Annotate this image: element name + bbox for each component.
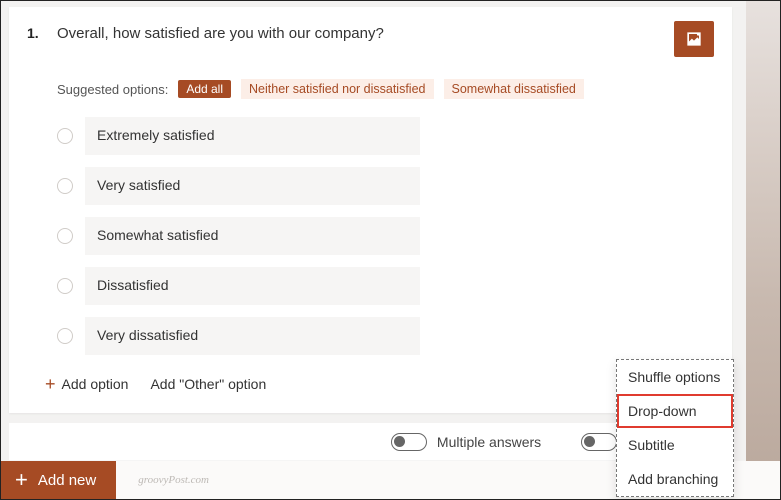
add-option-label: Add option — [62, 376, 129, 392]
app-canvas: 1. Overall, how satisfied are you with o… — [1, 1, 780, 499]
question-text[interactable]: Overall, how satisfied are you with our … — [57, 21, 660, 42]
plus-icon: + — [15, 469, 28, 491]
question-header: 1. Overall, how satisfied are you with o… — [27, 21, 714, 57]
add-new-button[interactable]: + Add new — [1, 461, 116, 499]
suggested-options-row: Suggested options: Add all Neither satis… — [57, 79, 714, 99]
switch-icon — [581, 433, 617, 451]
image-icon — [684, 29, 704, 49]
watermark: groovyPost.com — [138, 474, 209, 486]
options-list — [57, 117, 714, 355]
option-input[interactable] — [85, 217, 420, 255]
option-row — [57, 267, 714, 305]
add-new-label: Add new — [38, 472, 96, 489]
menu-item-shuffle[interactable]: Shuffle options — [617, 360, 733, 394]
multiple-answers-toggle[interactable]: Multiple answers — [391, 433, 541, 451]
suggested-label: Suggested options: — [57, 82, 168, 97]
add-other-button[interactable]: Add "Other" option — [150, 376, 266, 392]
radio-icon — [57, 178, 73, 194]
option-row — [57, 117, 714, 155]
multiple-answers-label: Multiple answers — [437, 434, 541, 450]
add-row: + Add option Add "Other" option — [45, 375, 714, 393]
add-all-button[interactable]: Add all — [178, 80, 231, 98]
more-options-menu: Shuffle options Drop-down Subtitle Add b… — [616, 359, 734, 497]
menu-item-branching[interactable]: Add branching — [617, 462, 733, 496]
option-row — [57, 167, 714, 205]
suggested-chip[interactable]: Neither satisfied nor dissatisfied — [241, 79, 433, 99]
radio-icon — [57, 278, 73, 294]
plus-icon: + — [45, 375, 56, 393]
option-input[interactable] — [85, 167, 420, 205]
option-input[interactable] — [85, 267, 420, 305]
option-input[interactable] — [85, 317, 420, 355]
option-input[interactable] — [85, 117, 420, 155]
question-number: 1. — [27, 21, 43, 41]
radio-icon — [57, 228, 73, 244]
option-row — [57, 217, 714, 255]
insert-media-button[interactable] — [674, 21, 714, 57]
radio-icon — [57, 128, 73, 144]
menu-item-subtitle[interactable]: Subtitle — [617, 428, 733, 462]
add-option-button[interactable]: + Add option — [45, 375, 128, 393]
question-card: 1. Overall, how satisfied are you with o… — [9, 7, 732, 413]
menu-item-dropdown[interactable]: Drop-down — [617, 394, 733, 428]
option-row — [57, 317, 714, 355]
suggested-chip[interactable]: Somewhat dissatisfied — [444, 79, 584, 99]
radio-icon — [57, 328, 73, 344]
background-strip — [746, 1, 780, 499]
switch-icon — [391, 433, 427, 451]
